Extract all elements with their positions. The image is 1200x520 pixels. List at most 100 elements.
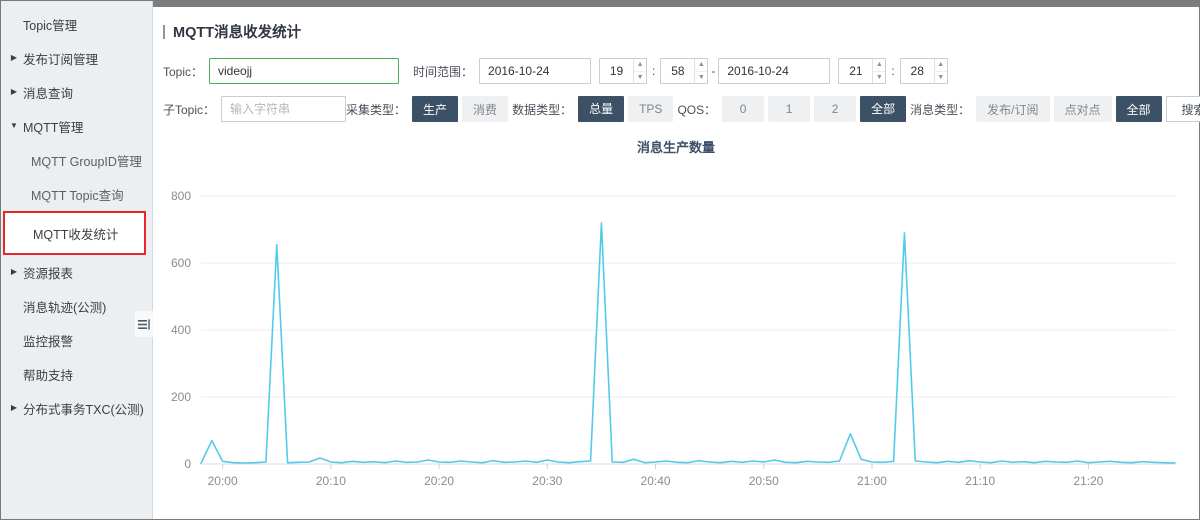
- chart-container: 消息生产数量 0 200 400 600 800 20:00 20:10 20:20 20:30…: [153, 133, 1199, 519]
- qos-button-0[interactable]: 0: [722, 96, 765, 123]
- sidebar-item-8[interactable]: 消息轨迹(公测): [1, 289, 152, 323]
- x-axis-tick-label: 21:10: [965, 474, 995, 488]
- message-type-button-group: 发布/订阅 点对点 全部: [976, 96, 1165, 122]
- sidebar-item-label: 消息轨迹(公测): [23, 300, 107, 315]
- page-title: MQTT消息收发统计: [153, 7, 1199, 42]
- sidebar-item-label: 监控报警: [23, 334, 74, 349]
- message-type-button-0[interactable]: 发布/订阅: [976, 96, 1050, 122]
- time-range-label: 时间范围：: [413, 64, 474, 79]
- title-accent-bar: [163, 24, 165, 39]
- application-window: Topic管理 ▶ 发布订阅管理 ▶ 消息查询 ▼ MQTT管理 MQTT GroupID管理…: [0, 0, 1200, 520]
- chevron-right-icon[interactable]: ▶: [9, 267, 19, 277]
- collect-type-button-group: 生产 消费: [412, 96, 512, 122]
- page-title-text: MQTT消息收发统计: [173, 25, 302, 41]
- end-time-colon: :: [891, 64, 895, 78]
- collect-type-label: 采集类型：: [346, 102, 407, 117]
- sidebar-item-label: MQTT Topic查询: [31, 188, 124, 203]
- sidebar-item-label: Topic管理: [23, 18, 78, 33]
- x-axis-tick-label: 20:20: [424, 474, 454, 488]
- message-production-line-chart[interactable]: 0 200 400 600 800 20:00 20:10 20:20 20:30 20:40 20…: [153, 156, 1193, 504]
- y-axis-tick-label: 0: [184, 457, 191, 471]
- chevron-right-icon[interactable]: ▶: [9, 403, 19, 413]
- message-type-button-1[interactable]: 点对点: [1053, 96, 1112, 122]
- sidebar-item-11[interactable]: ▶ 分布式事务TXC(公测): [1, 391, 152, 425]
- chevron-right-icon[interactable]: ▶: [9, 87, 19, 97]
- end-hour-stepper[interactable]: 21 ▲ ▼: [838, 58, 887, 84]
- sidebar-item-9[interactable]: 监控报警: [1, 323, 152, 357]
- end-minute-stepper[interactable]: 28 ▲ ▼: [899, 58, 948, 84]
- sidebar-item-3[interactable]: ▼ MQTT管理: [1, 109, 152, 143]
- start-minute-stepper[interactable]: 58 ▲ ▼: [660, 58, 709, 84]
- collapse-panel-icon[interactable]: [135, 311, 153, 337]
- subtopic-label: 子Topic：: [163, 102, 216, 117]
- x-axis-tick-label: 20:50: [749, 474, 779, 488]
- x-axis-tick-label: 21:00: [857, 474, 887, 488]
- start-hour-stepper[interactable]: 19 ▲ ▼: [599, 58, 648, 84]
- topic-label: Topic：: [163, 64, 204, 79]
- chevron-right-icon[interactable]: ▶: [9, 53, 19, 63]
- y-axis-tick-label: 400: [171, 323, 191, 337]
- sidebar-item-label: MQTT管理: [23, 120, 84, 135]
- chevron-down-icon[interactable]: ▼: [695, 72, 707, 84]
- end-hour-arrows[interactable]: ▲ ▼: [872, 59, 886, 84]
- y-axis-tick-label: 600: [171, 256, 191, 270]
- sidebar-item-list: Topic管理 ▶ 发布订阅管理 ▶ 消息查询 ▼ MQTT管理 MQTT GroupID管理…: [1, 7, 152, 425]
- qos-button-1[interactable]: 1: [768, 96, 811, 123]
- chevron-up-icon[interactable]: ▲: [695, 59, 708, 72]
- end-minute-arrows[interactable]: ▲ ▼: [933, 59, 947, 84]
- y-axis-tick-label: 200: [171, 390, 191, 404]
- data-type-button-group: 总量 TPS: [578, 95, 677, 123]
- search-button[interactable]: 搜索: [1165, 96, 1200, 122]
- start-date-input[interactable]: [479, 58, 592, 84]
- chart-series-line[interactable]: [200, 222, 1176, 465]
- x-axis-tick-label: 20:40: [641, 474, 671, 488]
- message-type-button-2[interactable]: 全部: [1115, 96, 1162, 122]
- chart-title: 消息生产数量: [636, 140, 715, 155]
- qos-button-group: 0 1 2 全部: [722, 95, 910, 123]
- sidebar-item-2[interactable]: ▶ 消息查询: [1, 75, 152, 109]
- chevron-down-icon[interactable]: ▼: [873, 72, 885, 84]
- sidebar-item-6[interactable]: MQTT收发统计: [3, 211, 146, 255]
- collect-type-button-0[interactable]: 生产: [412, 96, 459, 122]
- sidebar-item-label: 分布式事务TXC(公测): [23, 402, 144, 417]
- chevron-up-icon[interactable]: ▲: [934, 59, 947, 72]
- start-hour-value: 19: [609, 64, 624, 78]
- y-axis-tick-label: 800: [171, 189, 191, 203]
- sidebar-item-10[interactable]: 帮助支持: [1, 357, 152, 391]
- sidebar-item-1[interactable]: ▶ 发布订阅管理: [1, 41, 152, 75]
- chevron-up-icon[interactable]: ▲: [634, 59, 647, 72]
- end-minute-value: 28: [910, 64, 924, 78]
- sidebar-item-label: 帮助支持: [23, 368, 74, 383]
- x-axis-tick-label: 20:00: [208, 474, 238, 488]
- msg-type-label: 消息类型：: [910, 102, 971, 117]
- x-axis-tick-label: 21:20: [1073, 474, 1103, 488]
- filter-panel: Topic： 时间范围： 19 ▲ ▼ : 58 ▲: [153, 42, 1200, 126]
- sidebar-item-label: 发布订阅管理: [23, 52, 99, 67]
- start-hour-arrows[interactable]: ▲ ▼: [633, 59, 647, 84]
- chevron-down-icon[interactable]: ▼: [9, 121, 19, 131]
- subtopic-input[interactable]: [221, 96, 347, 122]
- filter-row-1: Topic： 时间范围： 19 ▲ ▼ : 58 ▲: [163, 54, 1189, 88]
- qos-button-2[interactable]: 2: [814, 96, 857, 123]
- data-type-label: 数据类型：: [512, 102, 573, 117]
- qos-label: QOS：: [677, 102, 717, 117]
- qos-button-3[interactable]: 全部: [860, 95, 907, 122]
- range-separator: -: [711, 64, 716, 78]
- sidebar-item-label: 消息查询: [23, 86, 74, 101]
- chevron-up-icon[interactable]: ▲: [873, 59, 886, 72]
- data-type-button-1[interactable]: TPS: [628, 96, 674, 123]
- collect-type-button-1[interactable]: 消费: [462, 96, 509, 122]
- chevron-down-icon[interactable]: ▼: [935, 72, 947, 84]
- data-type-button-0[interactable]: 总量: [578, 95, 625, 122]
- sidebar-item-5[interactable]: MQTT Topic查询: [1, 177, 152, 211]
- start-minute-value: 58: [671, 64, 685, 78]
- sidebar-item-7[interactable]: ▶ 资源报表: [1, 255, 152, 289]
- topic-input[interactable]: [209, 58, 400, 84]
- end-date-input[interactable]: [718, 58, 831, 84]
- chevron-down-icon[interactable]: ▼: [634, 72, 646, 84]
- sidebar-item-4[interactable]: MQTT GroupID管理: [1, 143, 152, 177]
- filter-row-2: 子Topic： 采集类型： 生产消费 数据类型： 总量TPS QOS： 012全…: [163, 92, 1200, 126]
- sidebar-item-label: 资源报表: [23, 266, 74, 281]
- sidebar-item-0[interactable]: Topic管理: [1, 7, 152, 41]
- start-minute-arrows[interactable]: ▲ ▼: [694, 59, 708, 84]
